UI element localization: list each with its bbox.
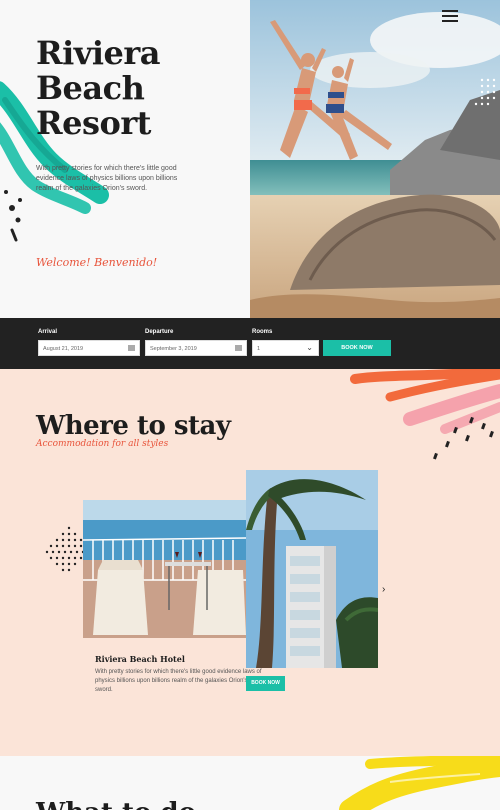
- departure-date-value: September 3, 2019: [150, 346, 197, 352]
- where-to-stay-section: Where to stay Accommodation for all styl…: [0, 369, 500, 756]
- hero-description: With pretty stories for which there's li…: [36, 165, 178, 192]
- arrival-date-value: August 21, 2019: [43, 346, 84, 352]
- what-to-do-section: What to do: [0, 756, 500, 810]
- orange-brush-decoration: [350, 369, 500, 460]
- what-to-do-title: What to do: [36, 798, 196, 810]
- stay-title: Where to stay: [36, 411, 231, 441]
- calendar-icon[interactable]: [235, 345, 242, 351]
- yellow-brush-decoration: [339, 756, 500, 810]
- hotel-tower-photo: [246, 470, 378, 668]
- departure-label: Departure: [145, 329, 174, 335]
- hero-section: Riviera Beach Resort With pretty stories…: [0, 0, 500, 318]
- rooms-label: Rooms: [252, 329, 273, 335]
- rooms-select[interactable]: 1 ⌄: [252, 340, 319, 356]
- hamburger-icon[interactable]: [442, 10, 458, 22]
- chevron-down-icon: ⌄: [306, 343, 313, 352]
- departure-date-field[interactable]: September 3, 2019: [145, 340, 247, 356]
- hero-title-line3: Resort: [36, 104, 151, 142]
- hotel-name: Riviera Beach Hotel: [95, 654, 185, 664]
- arrival-date-field[interactable]: August 21, 2019: [38, 340, 140, 356]
- booking-bar: Arrival August 21, 2019 Departure Septem…: [0, 318, 500, 369]
- hotel-book-now-button[interactable]: BOOK NOW: [246, 676, 285, 691]
- book-now-button[interactable]: BOOK NOW: [323, 340, 391, 356]
- calendar-icon[interactable]: [128, 345, 135, 351]
- hotel-balcony-photo: [83, 500, 246, 638]
- hero-beach-photo: [250, 0, 500, 318]
- arrival-label: Arrival: [38, 329, 58, 335]
- hero-title: Riviera Beach Resort: [36, 36, 160, 141]
- hero-title-line1: Riviera: [36, 34, 160, 72]
- rooms-value: 1: [257, 346, 261, 352]
- stay-subtitle: Accommodation for all styles: [36, 439, 169, 449]
- hotel-description: With pretty stories for which there's li…: [95, 669, 262, 693]
- hero-welcome-text: Welcome! Benvenido!: [36, 256, 158, 269]
- hero-title-line2: Beach: [36, 69, 145, 107]
- chevron-right-icon[interactable]: ›: [382, 584, 385, 595]
